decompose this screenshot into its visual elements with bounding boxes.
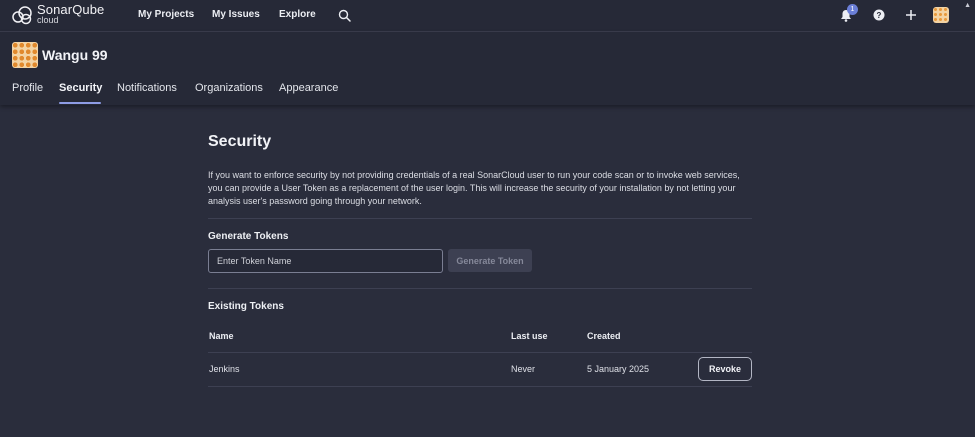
divider — [208, 288, 752, 289]
token-created: 5 January 2025 — [587, 364, 650, 374]
revoke-button[interactable]: Revoke — [698, 357, 752, 381]
column-header-name: Name — [209, 331, 234, 341]
generate-token-button[interactable]: Generate Token — [448, 249, 532, 272]
tab-organizations[interactable]: Organizations — [195, 82, 263, 94]
tab-notifications[interactable]: Notifications — [117, 82, 177, 94]
active-tab-indicator — [59, 102, 101, 104]
profile-avatar — [12, 42, 38, 68]
top-navbar: SonarQube cloud My Projects My Issues Ex… — [0, 0, 975, 32]
generate-tokens-title: Generate Tokens — [208, 231, 289, 242]
user-avatar[interactable] — [933, 7, 949, 23]
token-name-input[interactable] — [208, 249, 443, 273]
nav-my-projects[interactable]: My Projects — [138, 9, 194, 20]
divider — [208, 218, 752, 219]
token-last-use: Never — [511, 364, 536, 374]
tab-appearance[interactable]: Appearance — [279, 82, 338, 94]
nav-my-issues[interactable]: My Issues — [212, 9, 260, 20]
svg-text:?: ? — [877, 11, 882, 20]
table-row-divider — [208, 352, 752, 353]
brand-name: SonarQube — [37, 2, 105, 17]
nav-explore[interactable]: Explore — [279, 9, 316, 20]
profile-username: Wangu 99 — [42, 47, 108, 63]
profile-header: Wangu 99 Profile Security Notifications … — [0, 32, 975, 105]
help-icon[interactable]: ? — [873, 9, 885, 21]
page-title: Security — [208, 133, 272, 150]
token-name: Jenkins — [209, 364, 240, 374]
existing-tokens-title: Existing Tokens — [208, 301, 284, 312]
column-header-last-use: Last use — [511, 331, 548, 341]
table-row-divider — [208, 386, 752, 387]
sonarqube-logo[interactable]: SonarQube cloud — [11, 2, 105, 26]
search-icon[interactable] — [338, 9, 351, 22]
notification-badge: 1 — [847, 4, 858, 15]
plus-icon[interactable] — [905, 9, 917, 21]
cloud-logo-icon — [12, 6, 32, 25]
tab-profile[interactable]: Profile — [12, 82, 43, 94]
security-description: If you want to enforce security by not p… — [208, 170, 740, 206]
column-header-created: Created — [587, 331, 621, 341]
tab-security[interactable]: Security — [59, 82, 102, 94]
scroll-up-arrow[interactable]: ▲ — [964, 2, 971, 9]
